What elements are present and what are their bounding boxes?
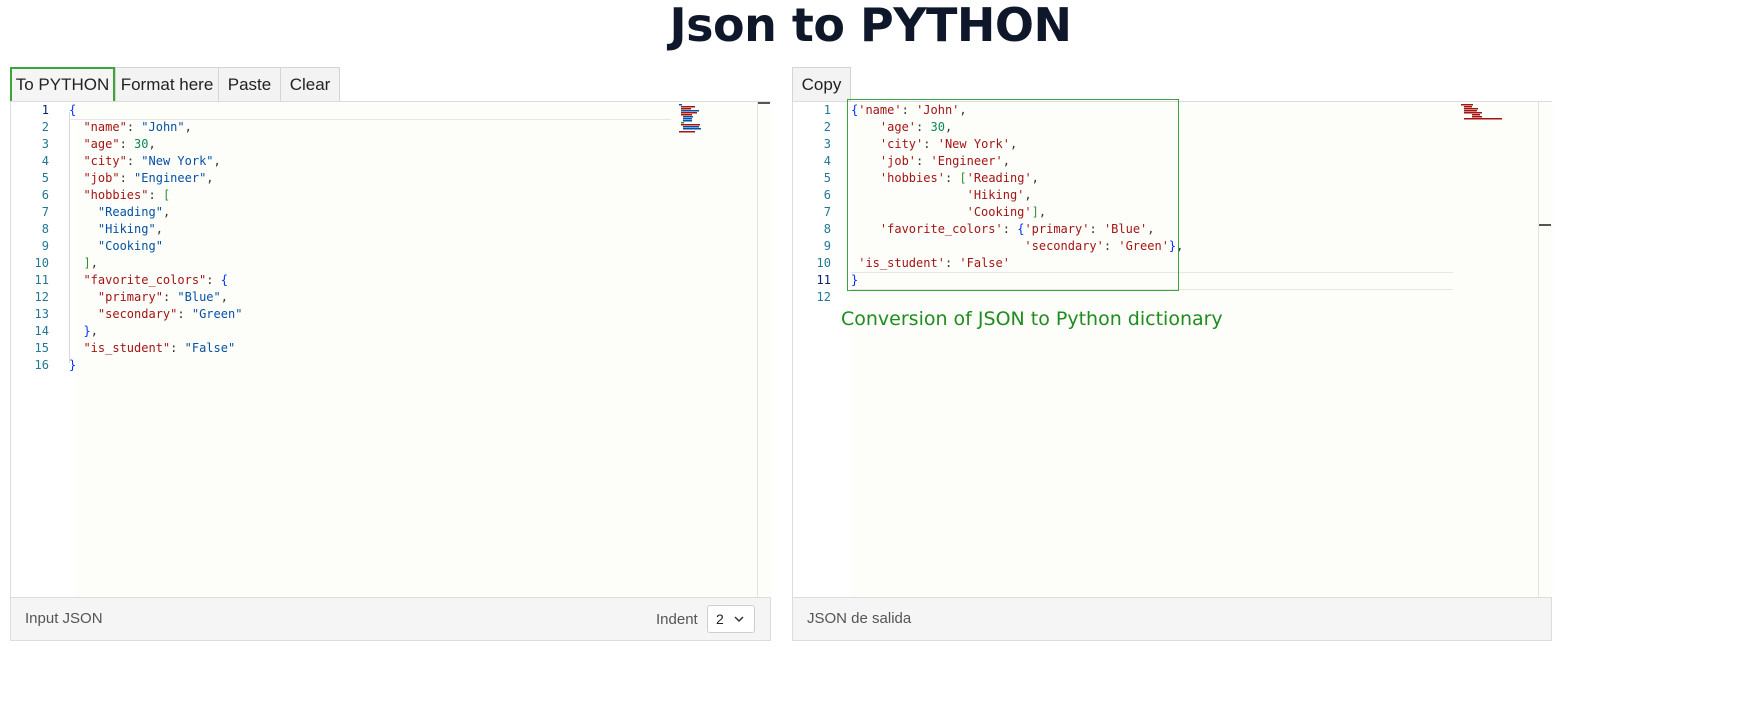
line-number: 1: [41, 103, 49, 117]
line-number: 5: [41, 171, 49, 185]
line-number: 15: [34, 341, 49, 355]
line-number: 13: [34, 307, 49, 321]
line-number: 9: [823, 239, 831, 253]
minimap[interactable]: [1461, 104, 1505, 120]
line-number: 10: [34, 256, 49, 270]
chevron-down-icon: [734, 616, 744, 623]
code-line[interactable]: "favorite_colors": {: [69, 272, 228, 289]
line-number: 2: [41, 120, 49, 134]
scroll-thumb[interactable]: [758, 102, 770, 104]
line-number: 11: [34, 273, 49, 287]
vertical-scrollbar[interactable]: [757, 102, 772, 597]
line-number: 4: [823, 154, 831, 168]
minimap[interactable]: [679, 104, 705, 134]
input-json-editor[interactable]: 1 2 3 4 5 6 7 8 9 10 11 12 13 14 15 16 { "name": "John"…: [10, 101, 772, 598]
code-line[interactable]: "Hiking",: [69, 221, 163, 238]
line-number: 12: [34, 290, 49, 304]
line-number: 2: [823, 120, 831, 134]
line-number: 5: [823, 171, 831, 185]
line-number: 8: [823, 222, 831, 236]
indent-select[interactable]: 2: [707, 605, 755, 633]
code-line[interactable]: "name": "John",: [69, 119, 191, 136]
output-footer: JSON de salida: [792, 597, 1552, 641]
indent-value: 2: [716, 611, 724, 627]
code-line[interactable]: "job": "Engineer",: [69, 170, 213, 187]
copy-button[interactable]: Copy: [792, 67, 851, 103]
code-line[interactable]: "primary": "Blue",: [69, 289, 228, 306]
line-number: 9: [41, 239, 49, 253]
line-number: 10: [816, 256, 831, 270]
page-title: Json to PYTHON: [669, 0, 1072, 52]
line-number: 11: [816, 273, 831, 287]
code-line[interactable]: "hobbies": [: [69, 187, 170, 204]
code-line[interactable]: "city": "New York",: [69, 153, 220, 170]
line-number: 3: [41, 137, 49, 151]
output-highlight-box: [847, 99, 1179, 291]
code-line[interactable]: }: [69, 357, 76, 374]
paste-button[interactable]: Paste: [218, 67, 281, 103]
code-line[interactable]: "secondary": "Green": [69, 306, 243, 323]
to-python-button[interactable]: To PYTHON: [10, 67, 115, 103]
code-line[interactable]: "Cooking": [69, 238, 163, 255]
line-number: 16: [34, 358, 49, 372]
line-number: 3: [823, 137, 831, 151]
output-json-label: JSON de salida: [807, 610, 912, 627]
line-number: 6: [41, 188, 49, 202]
scroll-thumb[interactable]: [1539, 224, 1551, 226]
line-number: 7: [41, 205, 49, 219]
conversion-annotation: Conversion of JSON to Python dictionary: [841, 308, 1223, 330]
line-number: 14: [34, 324, 49, 338]
code-line[interactable]: "is_student": "False": [69, 340, 235, 357]
indent-label: Indent: [656, 611, 698, 628]
input-json-label: Input JSON: [25, 610, 103, 627]
code-line[interactable]: {: [69, 102, 76, 119]
line-number: 7: [823, 205, 831, 219]
line-number: 8: [41, 222, 49, 236]
clear-button[interactable]: Clear: [280, 67, 340, 103]
code-line[interactable]: ],: [69, 255, 97, 272]
line-number: 6: [823, 188, 831, 202]
code-line[interactable]: "Reading",: [69, 204, 170, 221]
line-number: 1: [823, 103, 831, 117]
input-footer: Input JSON Indent 2: [10, 597, 771, 641]
line-number-gutter: 1 2 3 4 5 6 7 8 9 10 11 12 13 14 15 16: [11, 102, 75, 597]
code-line[interactable]: "age": 30,: [69, 136, 155, 153]
vertical-scrollbar[interactable]: [1538, 102, 1553, 597]
line-number: 4: [41, 154, 49, 168]
code-line[interactable]: },: [69, 323, 97, 340]
line-number-gutter: 1 2 3 4 5 6 7 8 9 10 11 12: [793, 102, 851, 597]
format-button[interactable]: Format here: [115, 67, 219, 103]
line-number: 12: [816, 290, 831, 304]
